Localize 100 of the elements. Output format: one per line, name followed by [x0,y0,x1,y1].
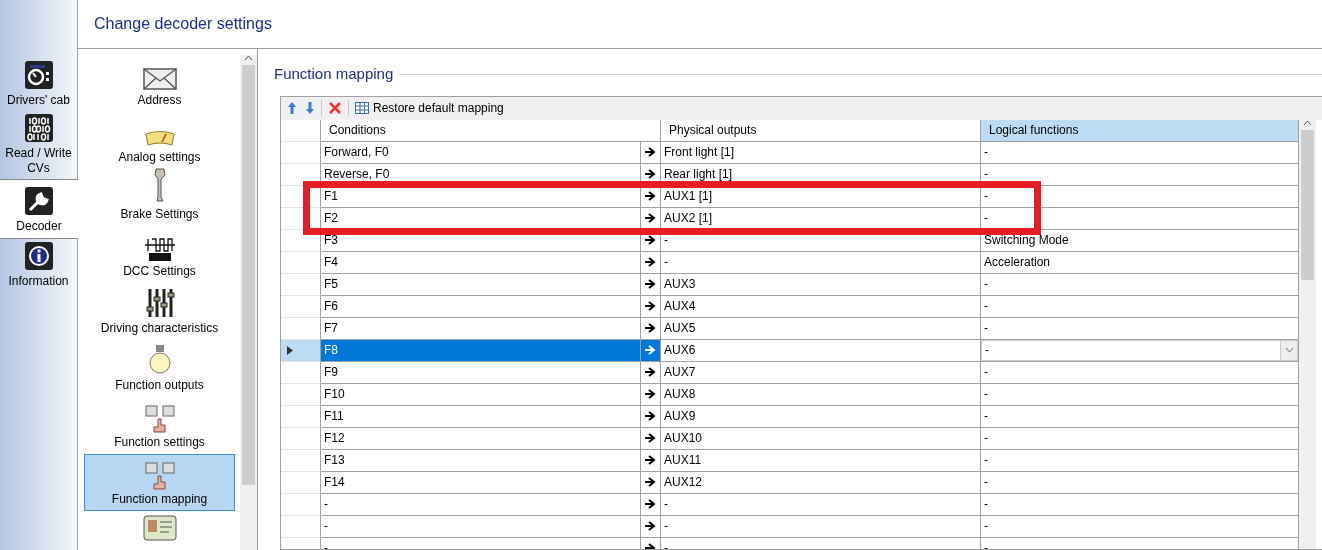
table-cell: F14 [321,471,641,494]
sliders-icon [143,286,176,319]
id-card-icon [142,515,177,541]
group-title: Function mapping [274,64,394,84]
table-cell: - [661,229,981,252]
table-cell: AUX9 [661,405,981,428]
page-title: Change decoder settings [94,14,272,34]
arrow-down-icon [305,101,315,115]
arrow-right-icon [645,147,656,157]
arrow-right-icon [645,191,656,201]
arrow-right-icon [645,257,656,267]
arrow-right-icon [645,301,656,311]
keys-hand-icon [143,461,176,490]
column-header[interactable]: Logical functions [981,119,1299,142]
table-cell: F3 [321,229,641,252]
dropdown-field[interactable]: - [981,339,1298,361]
arrow-right-icon [645,213,656,223]
sidebar-item[interactable]: DCC Settings [84,226,235,283]
table-cell: AUX12 [661,471,981,494]
info-icon [23,240,54,271]
nav-tab[interactable]: Read / Write CVs [0,111,77,180]
column-header[interactable]: Conditions [321,119,661,142]
table-cell: Forward, F0 [321,141,641,164]
table-cell: Acceleration [981,251,1299,274]
table-cell: - [981,361,1299,384]
arrow-right-icon [645,389,656,399]
scrollbar[interactable] [1299,119,1316,549]
stopwatch-icon [23,60,54,90]
table-cell: - [981,493,1299,516]
arrow-right-icon [645,345,656,355]
sidebar-item[interactable]: Brake Settings [84,169,235,226]
nav-tab[interactable]: Information [0,238,77,292]
table-icon [355,102,369,114]
table-cell: F7 [321,317,641,340]
dcc-signal-icon [143,235,176,262]
table-cell: F6 [321,295,641,318]
nav-tab[interactable]: Drivers' cab [0,58,77,112]
keys-hand-icon [143,404,176,433]
table-cell: AUX1 [1] [661,185,981,208]
table-cell: - [661,493,981,516]
arrow-right-icon [645,279,656,289]
table-cell: - [981,163,1299,186]
arrow-right-icon [645,499,656,509]
table-cell: AUX5 [661,317,981,340]
move-up-button[interactable] [285,101,299,115]
table-cell: - [981,471,1299,494]
arrow-right-icon [645,169,656,179]
gauge-icon [143,129,176,148]
table-cell: F12 [321,427,641,450]
table-cell: - [981,141,1299,164]
table-cell: F9 [321,361,641,384]
column-header[interactable]: Physical outputs [661,119,981,142]
table-cell: AUX11 [661,449,981,472]
light-bulb-icon [147,343,172,376]
table-cell: AUX4 [661,295,981,318]
sidebar-item[interactable]: Analog settings [84,112,235,169]
table-cell: AUX2 [1] [661,207,981,230]
arrow-right-icon [645,235,656,245]
table-cell: F1 [321,185,641,208]
table-cell: - [321,537,641,549]
table-cell: Rear light [1] [661,163,981,186]
table-cell: - [981,185,1299,208]
delete-button[interactable] [326,101,344,115]
sidebar-item[interactable]: Function outputs [84,340,235,397]
table-cell: - [661,515,981,538]
table-cell: - [981,427,1299,450]
move-down-button[interactable] [303,101,317,115]
table-cell: F2 [321,207,641,230]
row-pointer-icon [287,345,293,355]
close-icon [328,101,342,115]
sidebar-item[interactable]: Function mapping [84,454,235,511]
table-cell: - [981,273,1299,296]
arrow-right-icon [645,455,656,465]
table-cell: Front light [1] [661,141,981,164]
arrow-right-icon [645,411,656,421]
table-cell: F10 [321,383,641,406]
arrow-right-icon [645,433,656,443]
table-cell: AUX8 [661,383,981,406]
arrow-right-icon [645,323,656,333]
table-cell: - [981,207,1299,230]
wrench-icon [24,186,54,217]
table-cell: AUX10 [661,427,981,450]
scrollbar[interactable] [240,55,257,550]
scroll-up-icon [1303,119,1312,126]
table-cell: AUX7 [661,361,981,384]
table-cell: F4 [321,251,641,274]
sidebar-item[interactable]: Address [84,55,235,112]
table-cell: Reverse, F0 [321,163,641,186]
table-cell: - [661,537,981,549]
restore-default-button[interactable]: Restore default mapping [353,99,506,117]
table-cell: Switching Mode [981,229,1299,252]
binary-digits-icon [23,113,54,144]
sidebar-item[interactable]: Function settings [84,397,235,454]
nav-tab[interactable]: Decoder [0,179,78,239]
arrow-up-icon [287,101,297,115]
arrow-right-icon [645,477,656,487]
table-cell: - [321,515,641,538]
arrow-right-icon [645,521,656,531]
arrow-right-icon [645,367,656,377]
sidebar-item[interactable]: Driving characteristics [84,283,235,340]
